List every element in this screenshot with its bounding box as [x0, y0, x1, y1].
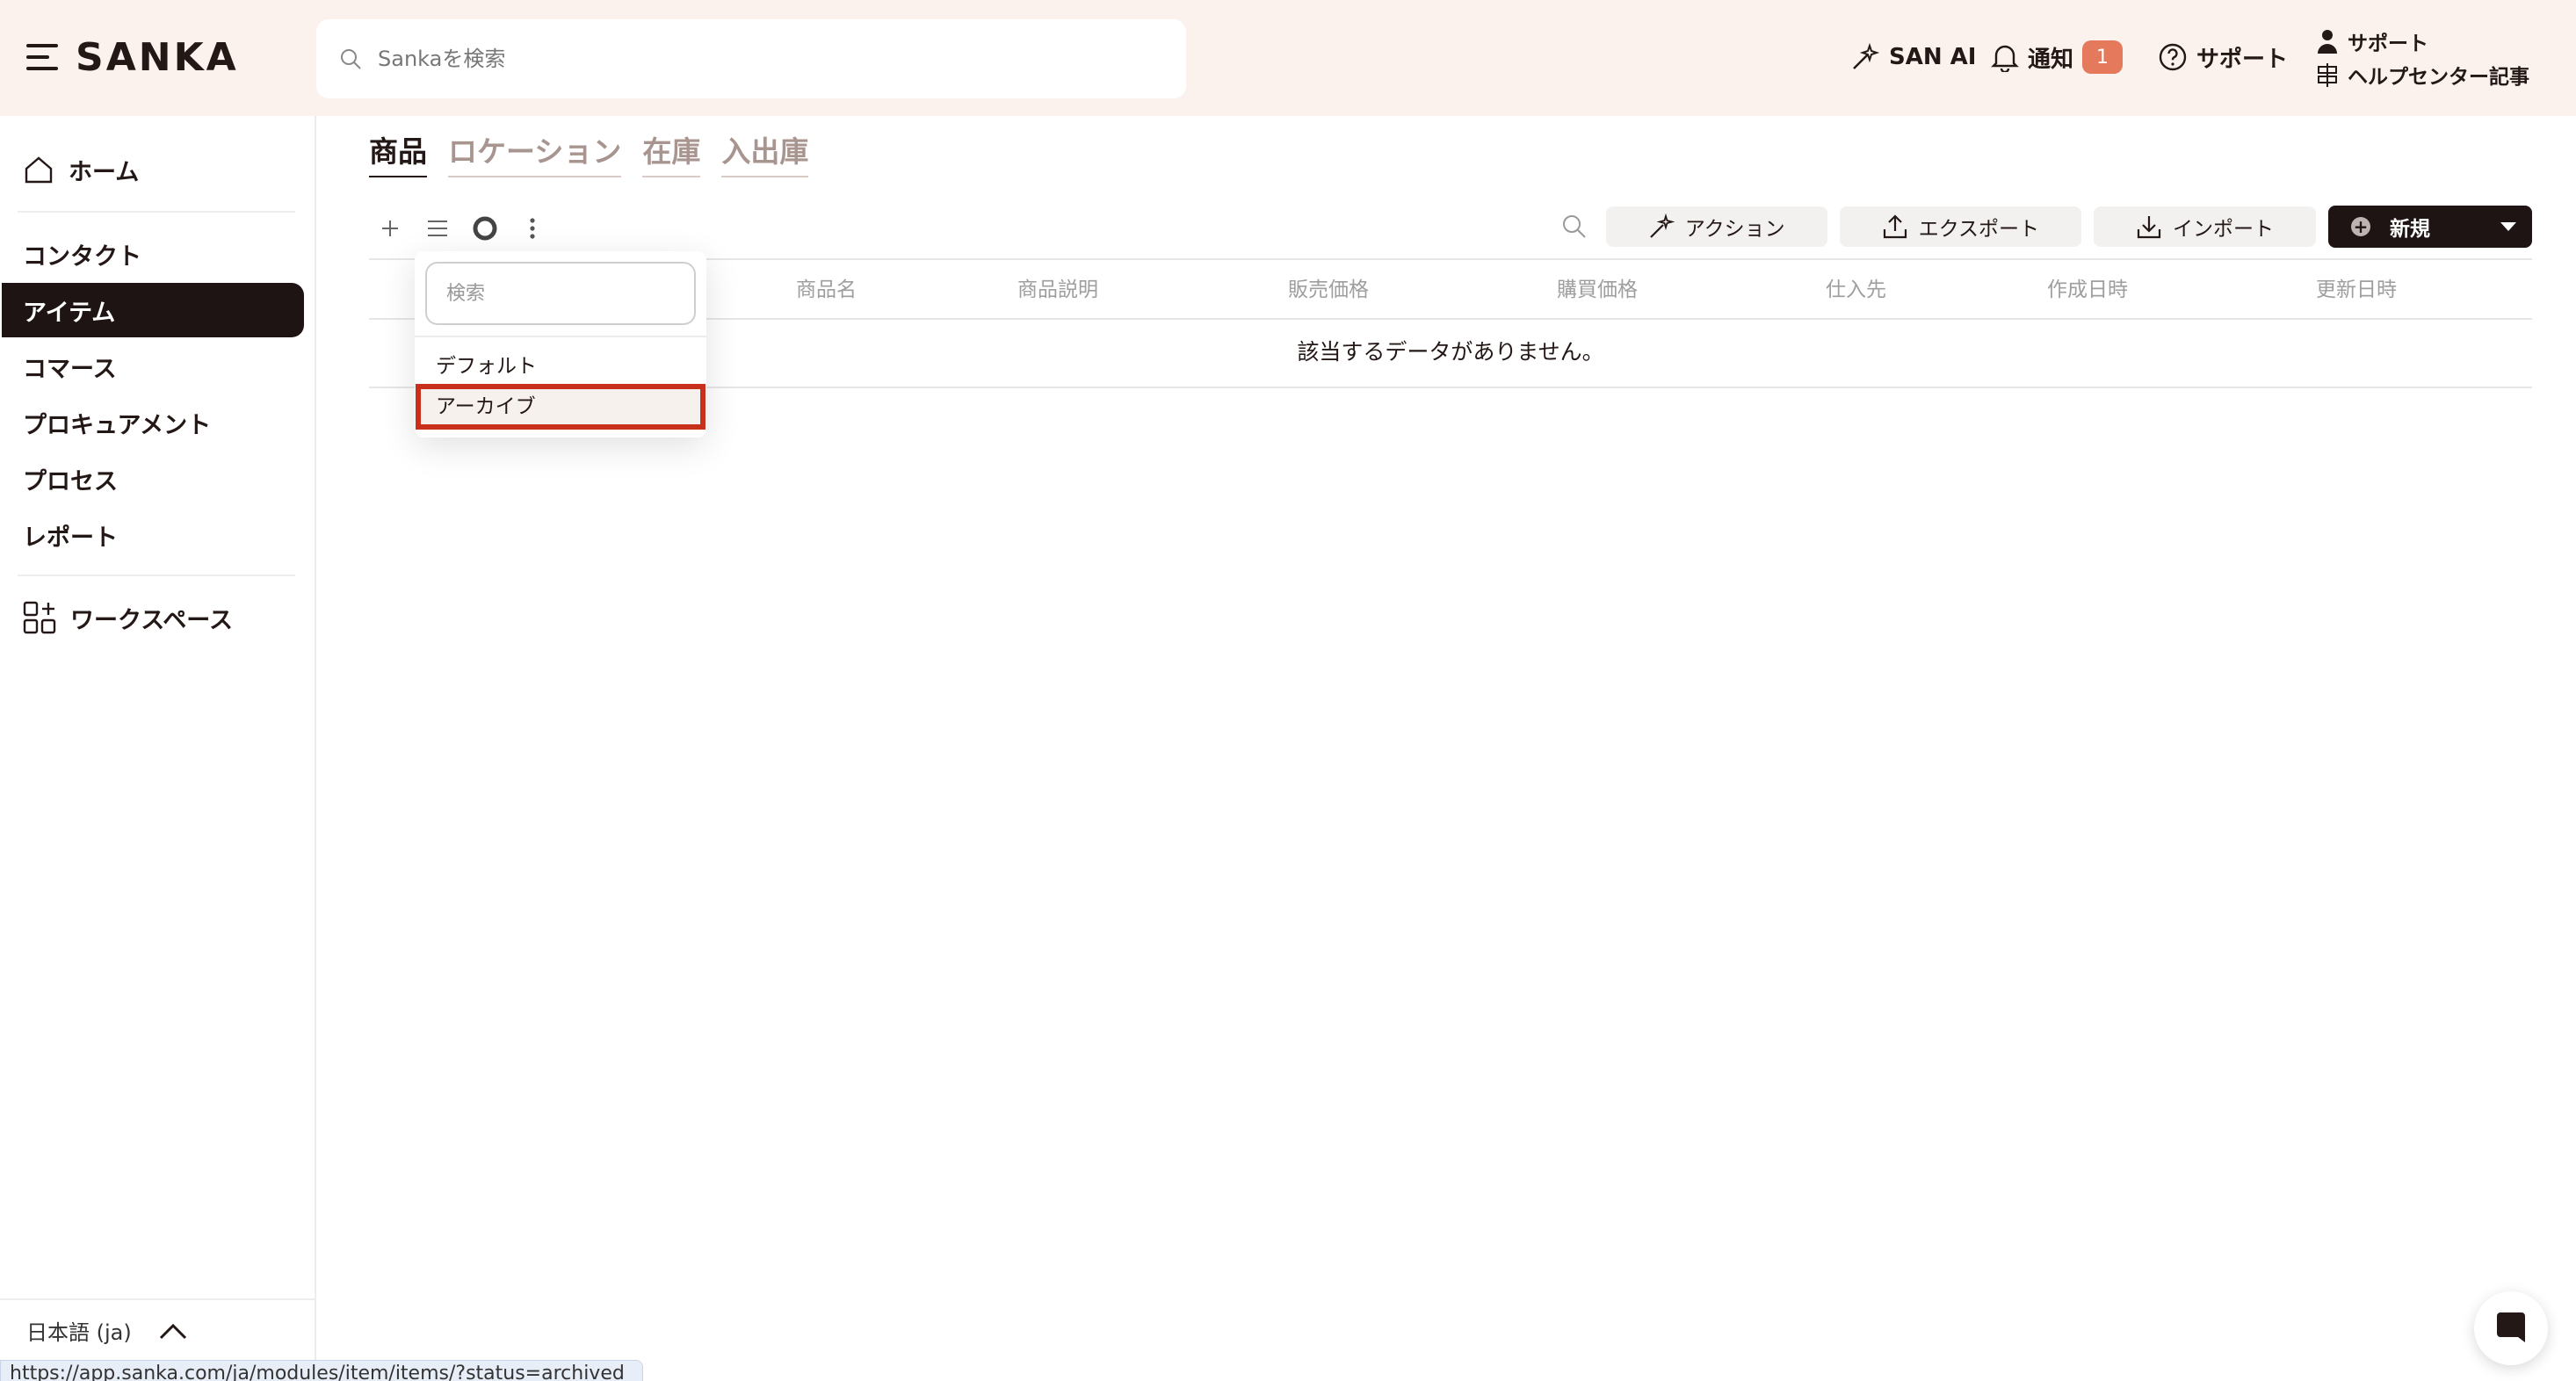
notifications-button[interactable]: 通知 1: [1991, 35, 2124, 79]
sidebar-item-reports[interactable]: レポート: [2, 508, 304, 562]
column-header-supplier[interactable]: 仕入先: [1826, 260, 1886, 320]
global-search-input[interactable]: [378, 19, 1151, 98]
view-dropdown: デフォルト アーカイブ: [415, 251, 706, 437]
plus-icon: [382, 221, 398, 236]
add-view-button[interactable]: [374, 209, 406, 248]
sidebar-item-workspace[interactable]: ワークスペース: [2, 590, 304, 645]
action-button[interactable]: アクション: [1605, 206, 1827, 247]
chat-widget-button[interactable]: [2474, 1291, 2548, 1365]
list-icon: [428, 221, 447, 236]
table-search-button[interactable]: [1555, 207, 1594, 246]
export-label: エクスポート: [1918, 218, 2039, 241]
sidebar-item-label: プロキュアメント: [23, 411, 212, 439]
status-bar-url: https://app.sanka.com/ja/modules/item/it…: [0, 1360, 643, 1381]
download-icon: [2137, 216, 2161, 239]
notification-count-badge: 1: [2082, 40, 2124, 74]
help-support-label: サポート: [2348, 33, 2428, 55]
tab-products[interactable]: 商品: [369, 128, 427, 177]
magic-wand-icon: [1650, 213, 1675, 238]
action-label: アクション: [1684, 218, 1785, 241]
app-logo[interactable]: SANKA: [76, 35, 239, 80]
bell-icon: [1991, 45, 2019, 72]
view-list-button[interactable]: [422, 209, 453, 248]
person-icon: [2318, 30, 2337, 54]
chat-icon: [2497, 1312, 2525, 1342]
sidebar-item-label: コマース: [23, 355, 117, 383]
notifications-label: 通知: [2028, 46, 2074, 73]
more-options-button[interactable]: [517, 209, 548, 248]
san-ai-button[interactable]: SAN AI: [1850, 35, 1976, 79]
column-header-sales-price[interactable]: 販売価格: [1288, 260, 1369, 320]
tab-inventory[interactable]: 在庫: [642, 128, 701, 177]
language-selector[interactable]: 日本語 (ja): [26, 1315, 188, 1346]
help-center-label: ヘルプセンター記事: [2348, 66, 2529, 89]
column-header-product-name[interactable]: 商品名: [796, 260, 857, 320]
caret-down-icon: [2500, 222, 2516, 231]
column-header-purchase-price[interactable]: 購買価格: [1557, 260, 1638, 320]
help-support-link[interactable]: サポート: [2316, 25, 2571, 58]
import-label: インポート: [2173, 218, 2274, 241]
sidebar-item-label: ホーム: [69, 158, 140, 186]
view-status-button[interactable]: [469, 209, 501, 248]
sidebar-item-label: レポート: [23, 524, 118, 552]
sidebar-item-label: アイテム: [23, 299, 116, 327]
dropdown-divider: [415, 336, 706, 337]
new-item-dropdown-toggle[interactable]: [2499, 206, 2518, 248]
home-icon: [25, 156, 53, 184]
view-search-input[interactable]: [425, 262, 696, 325]
sidebar-item-commerce[interactable]: コマース: [2, 339, 304, 394]
sidebar-divider: [18, 211, 295, 213]
sidebar-item-procurement[interactable]: プロキュアメント: [2, 395, 304, 450]
circle-icon: [473, 216, 497, 241]
sidebar-item-label: コンタクト: [23, 242, 141, 271]
action-toolbar: アクション エクスポート インポート + 新規: [1555, 206, 2532, 248]
magic-wand-icon: [1853, 42, 1880, 69]
grid-plus-icon: [23, 601, 56, 634]
help-center-link[interactable]: ヘルプセンター記事: [2316, 58, 2571, 91]
tab-stock-movements[interactable]: 入出庫: [721, 128, 809, 177]
tab-locations[interactable]: ロケーション: [448, 128, 622, 177]
sidebar-item-process[interactable]: プロセス: [2, 452, 304, 506]
new-item-button[interactable]: + 新規: [2328, 206, 2532, 248]
new-item-label: 新規: [2390, 218, 2430, 241]
support-button[interactable]: サポート: [2158, 35, 2288, 79]
export-button[interactable]: エクスポート: [1839, 206, 2081, 247]
column-header-description[interactable]: 商品説明: [1017, 260, 1098, 320]
module-tabs: 商品 ロケーション 在庫 入出庫: [369, 128, 809, 177]
sidebar-item-label: プロセス: [23, 467, 118, 495]
plus-circle-icon: +: [2351, 217, 2370, 236]
top-bar: SANKA SAN AI 通知 1 サポート: [0, 0, 2576, 116]
sidebar: ホーム コンタクト アイテム コマース プロキュアメント プロセス レポート ワ…: [0, 116, 316, 1381]
global-search[interactable]: [316, 19, 1186, 98]
upload-icon: [1883, 214, 1907, 239]
chevron-up-icon: [159, 1323, 186, 1339]
view-option-archive[interactable]: アーカイブ: [416, 384, 706, 430]
sidebar-item-home[interactable]: ホーム: [2, 142, 304, 197]
import-button[interactable]: インポート: [2094, 206, 2316, 247]
signpost-icon: [2318, 63, 2337, 87]
column-header-updated-at[interactable]: 更新日時: [2316, 260, 2397, 320]
sidebar-divider: [18, 575, 295, 576]
kebab-menu-icon: [530, 218, 535, 239]
search-icon: [341, 49, 361, 69]
support-label: サポート: [2196, 46, 2289, 73]
san-ai-label: SAN AI: [1889, 44, 1977, 70]
hamburger-menu-icon[interactable]: [26, 42, 58, 72]
search-icon: [1562, 215, 1586, 238]
language-label: 日本語 (ja): [26, 1320, 132, 1345]
view-option-default[interactable]: デフォルト: [418, 346, 703, 387]
sidebar-divider: [0, 1298, 315, 1300]
column-header-created-at[interactable]: 作成日時: [2047, 260, 2128, 320]
sidebar-item-items[interactable]: アイテム: [2, 283, 304, 337]
question-circle-icon: [2159, 43, 2187, 71]
sidebar-item-contacts[interactable]: コンタクト: [2, 227, 304, 281]
help-links: サポート ヘルプセンター記事: [2316, 25, 2571, 91]
sidebar-item-label: ワークスペース: [70, 606, 233, 634]
view-toolbar: [374, 209, 548, 248]
